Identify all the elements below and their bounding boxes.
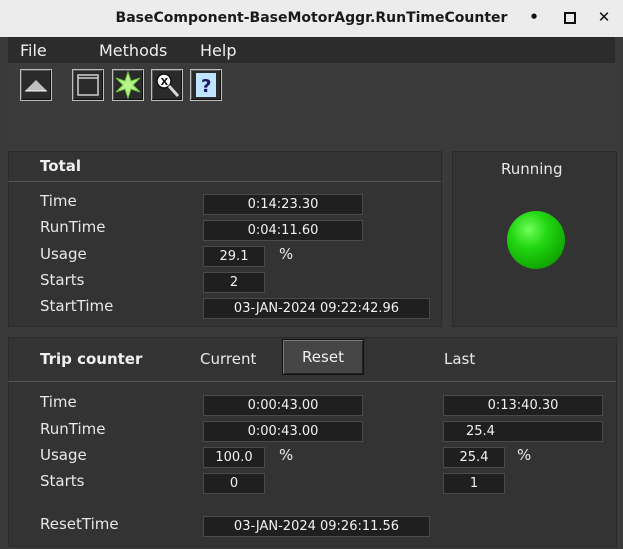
close-icon[interactable]: ✕ xyxy=(594,8,614,28)
total-runtime-field: 0:04:11.60 xyxy=(203,220,363,241)
trip-current-label: Current xyxy=(200,350,257,368)
graph-button[interactable] xyxy=(112,69,144,101)
trip-current-usage-field: 100.0 xyxy=(203,447,265,468)
trip-current-starts-field: 0 xyxy=(203,473,265,494)
toolbar: X ? xyxy=(8,63,615,139)
total-time-field: 0:14:23.30 xyxy=(203,194,363,215)
trip-starts-label: Starts xyxy=(40,472,85,490)
trip-current-usage-unit: % xyxy=(279,446,294,464)
trip-last-usage-field: 25.4 xyxy=(443,447,505,468)
trip-last-time-field: 0:13:40.30 xyxy=(443,395,603,416)
trip-runtime-label: RunTime xyxy=(40,420,106,438)
trip-resettime-label: ResetTime xyxy=(40,515,119,533)
svg-text:X: X xyxy=(161,77,169,88)
title-bar: BaseComponent-BaseMotorAggr.RunTimeCount… xyxy=(0,0,623,37)
zoom-search-icon: X xyxy=(156,73,180,98)
total-usage-unit: % xyxy=(279,245,294,263)
trip-current-time-field: 0:00:43.00 xyxy=(203,395,363,416)
trip-counter-header: Trip counter xyxy=(40,350,143,368)
trip-resettime-field: 03-JAN-2024 09:26:11.56 xyxy=(203,516,430,537)
menu-methods[interactable]: Methods xyxy=(99,41,167,60)
total-time-label: Time xyxy=(40,192,77,210)
help-icon: ? xyxy=(196,73,216,97)
zoom-button[interactable]: X xyxy=(151,69,183,101)
menu-bar: File Methods Help xyxy=(8,37,615,64)
trip-last-runtime-field: 25.4 xyxy=(443,421,603,442)
total-starts-field: 2 xyxy=(203,272,265,293)
trip-usage-label: Usage xyxy=(40,446,87,464)
star-burst-icon xyxy=(115,70,141,100)
window-icon xyxy=(77,74,99,96)
total-usage-field: 29.1 xyxy=(203,246,265,267)
total-starttime-label: StartTime xyxy=(40,297,114,315)
window-button[interactable] xyxy=(72,69,104,101)
maximize-icon[interactable] xyxy=(560,8,580,28)
total-starttime-field: 03-JAN-2024 09:22:42.96 xyxy=(203,298,430,319)
trip-divider xyxy=(8,381,616,382)
trip-last-label: Last xyxy=(444,350,476,368)
status-label: Running xyxy=(501,160,563,178)
reset-button[interactable]: Reset xyxy=(282,339,364,375)
total-starts-label: Starts xyxy=(40,271,85,289)
trip-last-starts-field: 1 xyxy=(443,473,505,494)
trip-time-label: Time xyxy=(40,393,77,411)
running-indicator-led xyxy=(507,211,565,269)
up-arrow-button[interactable] xyxy=(20,69,52,101)
help-button[interactable]: ? xyxy=(190,69,222,101)
trip-current-runtime-field: 0:00:43.00 xyxy=(203,421,363,442)
total-runtime-label: RunTime xyxy=(40,218,106,236)
minimize-icon[interactable]: • xyxy=(524,8,544,28)
menu-file[interactable]: File xyxy=(20,41,47,60)
total-divider xyxy=(8,181,441,182)
trip-last-usage-unit: % xyxy=(517,446,532,464)
svg-text:?: ? xyxy=(201,76,211,97)
up-arrow-icon xyxy=(25,80,47,92)
total-usage-label: Usage xyxy=(40,245,87,263)
menu-help[interactable]: Help xyxy=(200,41,236,60)
total-header: Total xyxy=(40,157,81,175)
